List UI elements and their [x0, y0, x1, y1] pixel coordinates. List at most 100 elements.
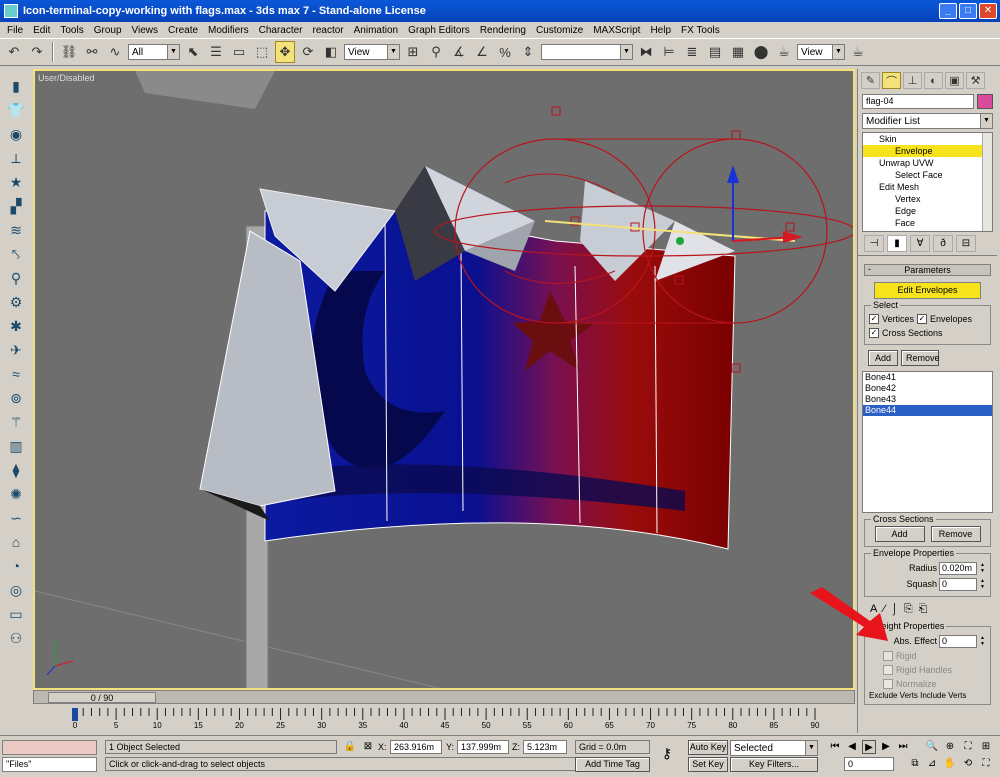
paste-icon[interactable]: ⎗ — [919, 603, 928, 616]
pivot-center-icon[interactable]: ⊞ — [403, 41, 423, 63]
spinner-snap-icon[interactable]: ⇕ — [518, 41, 538, 63]
create-tab-icon[interactable]: ✎ — [861, 72, 880, 89]
curve-editor-icon[interactable]: ▤ — [705, 41, 725, 63]
pan-icon[interactable]: ✋ — [943, 757, 957, 771]
bone-list-item[interactable]: Bone43 — [863, 394, 992, 405]
undo-icon[interactable]: ↶ — [4, 41, 24, 63]
stack-item[interactable]: Envelope — [863, 145, 992, 157]
stack-item[interactable]: Skin — [863, 133, 992, 145]
vertices-checkbox[interactable]: ✓ — [869, 314, 879, 324]
menu-views[interactable]: Views — [127, 25, 164, 36]
envelope-handle[interactable] — [731, 130, 741, 140]
go-to-start-icon[interactable]: ⏮ — [828, 740, 842, 754]
stack-item[interactable]: Unwrap UVW — [863, 157, 992, 169]
parameters-rollout-header[interactable]: - Parameters — [864, 264, 991, 276]
menu-create[interactable]: Create — [163, 25, 203, 36]
menu-animation[interactable]: Animation — [349, 25, 403, 36]
menu-character[interactable]: Character — [254, 25, 308, 36]
rope-icon[interactable]: ⤣ — [5, 244, 27, 264]
auto-key-button[interactable]: Auto Key — [688, 740, 728, 755]
rotate-icon[interactable]: ⟳ — [298, 41, 318, 63]
menu-icon[interactable]: ▭ — [5, 604, 27, 624]
next-frame-icon[interactable]: ▶ — [879, 740, 893, 754]
normalize-checkbox[interactable] — [883, 679, 893, 689]
cross-sections-checkbox[interactable]: ✓ — [869, 328, 879, 338]
spinner-arrows-icon[interactable]: ▲ ▼ — [979, 562, 986, 575]
menu-reactor[interactable]: reactor — [308, 25, 349, 36]
object-color-swatch[interactable] — [977, 94, 993, 109]
selection-filter-dropdown[interactable]: All ▼ — [128, 44, 180, 60]
shirt-icon[interactable]: 👕 — [5, 100, 27, 120]
rigid-body-icon[interactable]: ⟂ — [5, 148, 27, 168]
menu-modifiers[interactable]: Modifiers — [203, 25, 254, 36]
material-editor-icon[interactable]: ⬤ — [751, 41, 771, 63]
viewport-label[interactable]: User/Disabled — [38, 73, 95, 83]
bone-list[interactable]: Bone41 Bone42 Bone43 Bone44 — [862, 371, 993, 513]
copy-icon[interactable]: ⎘ — [904, 603, 913, 616]
schematic-view-icon[interactable]: ▦ — [728, 41, 748, 63]
menu-graph-editors[interactable]: Graph Editors — [403, 25, 475, 36]
render-type-dropdown[interactable]: View ▼ — [797, 44, 845, 60]
perspective-viewport[interactable]: User/Disabled — [33, 69, 855, 690]
zoom-all-icon[interactable]: ⊕ — [943, 740, 957, 754]
abs-effect-spinner[interactable]: 0 — [939, 634, 977, 648]
constraint-icon[interactable]: ⧫ — [5, 460, 27, 480]
modifier-list-dropdown[interactable]: Modifier List ▼ — [862, 113, 993, 129]
object-paint-icon[interactable]: ◉ — [5, 124, 27, 144]
bone-list-item[interactable]: Bone42 — [863, 383, 992, 394]
menu-customize[interactable]: Customize — [531, 25, 588, 36]
envelopes-checkbox[interactable]: ✓ — [917, 314, 928, 324]
menu-file[interactable]: File — [2, 25, 28, 36]
current-frame-field[interactable]: 0 — [844, 757, 894, 771]
create-tool-icon[interactable]: ▮ — [5, 76, 27, 96]
configure-sets-icon[interactable]: ⊟ — [956, 235, 976, 252]
rigid-handles-checkbox[interactable] — [883, 665, 893, 675]
preview-icon[interactable]: ⌂ — [5, 532, 27, 552]
stack-item[interactable]: Select Face — [863, 169, 992, 181]
app-icon[interactable] — [4, 4, 18, 18]
menu-rendering[interactable]: Rendering — [475, 25, 531, 36]
move-icon[interactable]: ✥ — [275, 41, 295, 63]
cloth-icon[interactable]: ▥ — [5, 436, 27, 456]
snap-toggle-icon[interactable]: ∡ — [449, 41, 469, 63]
character-icon[interactable]: ⚇ — [5, 628, 27, 648]
maximize-viewport-icon[interactable]: ⛶ — [979, 757, 993, 771]
make-unique-icon[interactable]: ∀ — [910, 235, 930, 252]
percent-snap-icon[interactable]: % — [495, 41, 515, 63]
rigid-checkbox[interactable] — [883, 651, 893, 661]
current-frame-marker[interactable] — [72, 708, 78, 721]
squash-spinner[interactable]: 0 — [939, 577, 977, 591]
maxscript-listener-output[interactable]: "Files" — [2, 757, 97, 772]
rectangular-selection-icon[interactable]: ▭ — [229, 41, 249, 63]
fracture-icon[interactable]: ⚚ — [5, 412, 27, 432]
arc-rotate-icon[interactable]: ⟲ — [961, 757, 975, 771]
cross-section-remove-button[interactable]: Remove — [930, 526, 981, 542]
dashpot-icon[interactable]: ∽ — [5, 508, 27, 528]
maximize-button[interactable]: □ — [959, 3, 977, 19]
named-selection-dropdown[interactable]: ▼ — [541, 44, 633, 60]
play-icon[interactable]: ▶ — [862, 740, 876, 754]
redo-icon[interactable]: ↷ — [27, 41, 47, 63]
hinge-icon[interactable]: ⚲ — [5, 268, 27, 288]
previous-frame-icon[interactable]: ◀ — [845, 740, 859, 754]
bone-list-item[interactable]: Bone41 — [863, 372, 992, 383]
object-name-field[interactable]: flag-04 — [862, 94, 974, 109]
set-key-button[interactable]: Set Key — [688, 757, 728, 772]
angle-snap-icon[interactable]: ∠ — [472, 41, 492, 63]
add-time-tag-button[interactable]: Add Time Tag — [575, 757, 650, 772]
stack-item[interactable]: Edge — [863, 205, 992, 217]
select-and-link-icon[interactable]: ⛓ — [59, 41, 79, 63]
add-bone-button[interactable]: Add — [868, 350, 898, 366]
motion-tab-icon[interactable]: ◐ — [924, 72, 943, 89]
radius-spinner[interactable]: 0.020m — [939, 561, 977, 575]
menu-maxscript[interactable]: MAXScript — [588, 25, 645, 36]
analyze-icon[interactable]: ◔ — [5, 556, 27, 576]
select-object-icon[interactable]: ⬉ — [183, 41, 203, 63]
menu-help[interactable]: Help — [645, 25, 676, 36]
exclude-include-buttons[interactable]: Exclude Verts Include Verts — [869, 691, 986, 700]
unlink-icon[interactable]: ⚯ — [82, 41, 102, 63]
absolute-mode-icon[interactable]: ⊠ — [361, 740, 375, 754]
bone-list-item[interactable]: Bone44 — [863, 405, 992, 416]
track-bar[interactable]: 0 5 10 15 20 25 30 35 40 45 50 55 60 65 70 75 80 85 90 — [33, 705, 855, 735]
menu-fx-tools[interactable]: FX Tools — [676, 25, 725, 36]
